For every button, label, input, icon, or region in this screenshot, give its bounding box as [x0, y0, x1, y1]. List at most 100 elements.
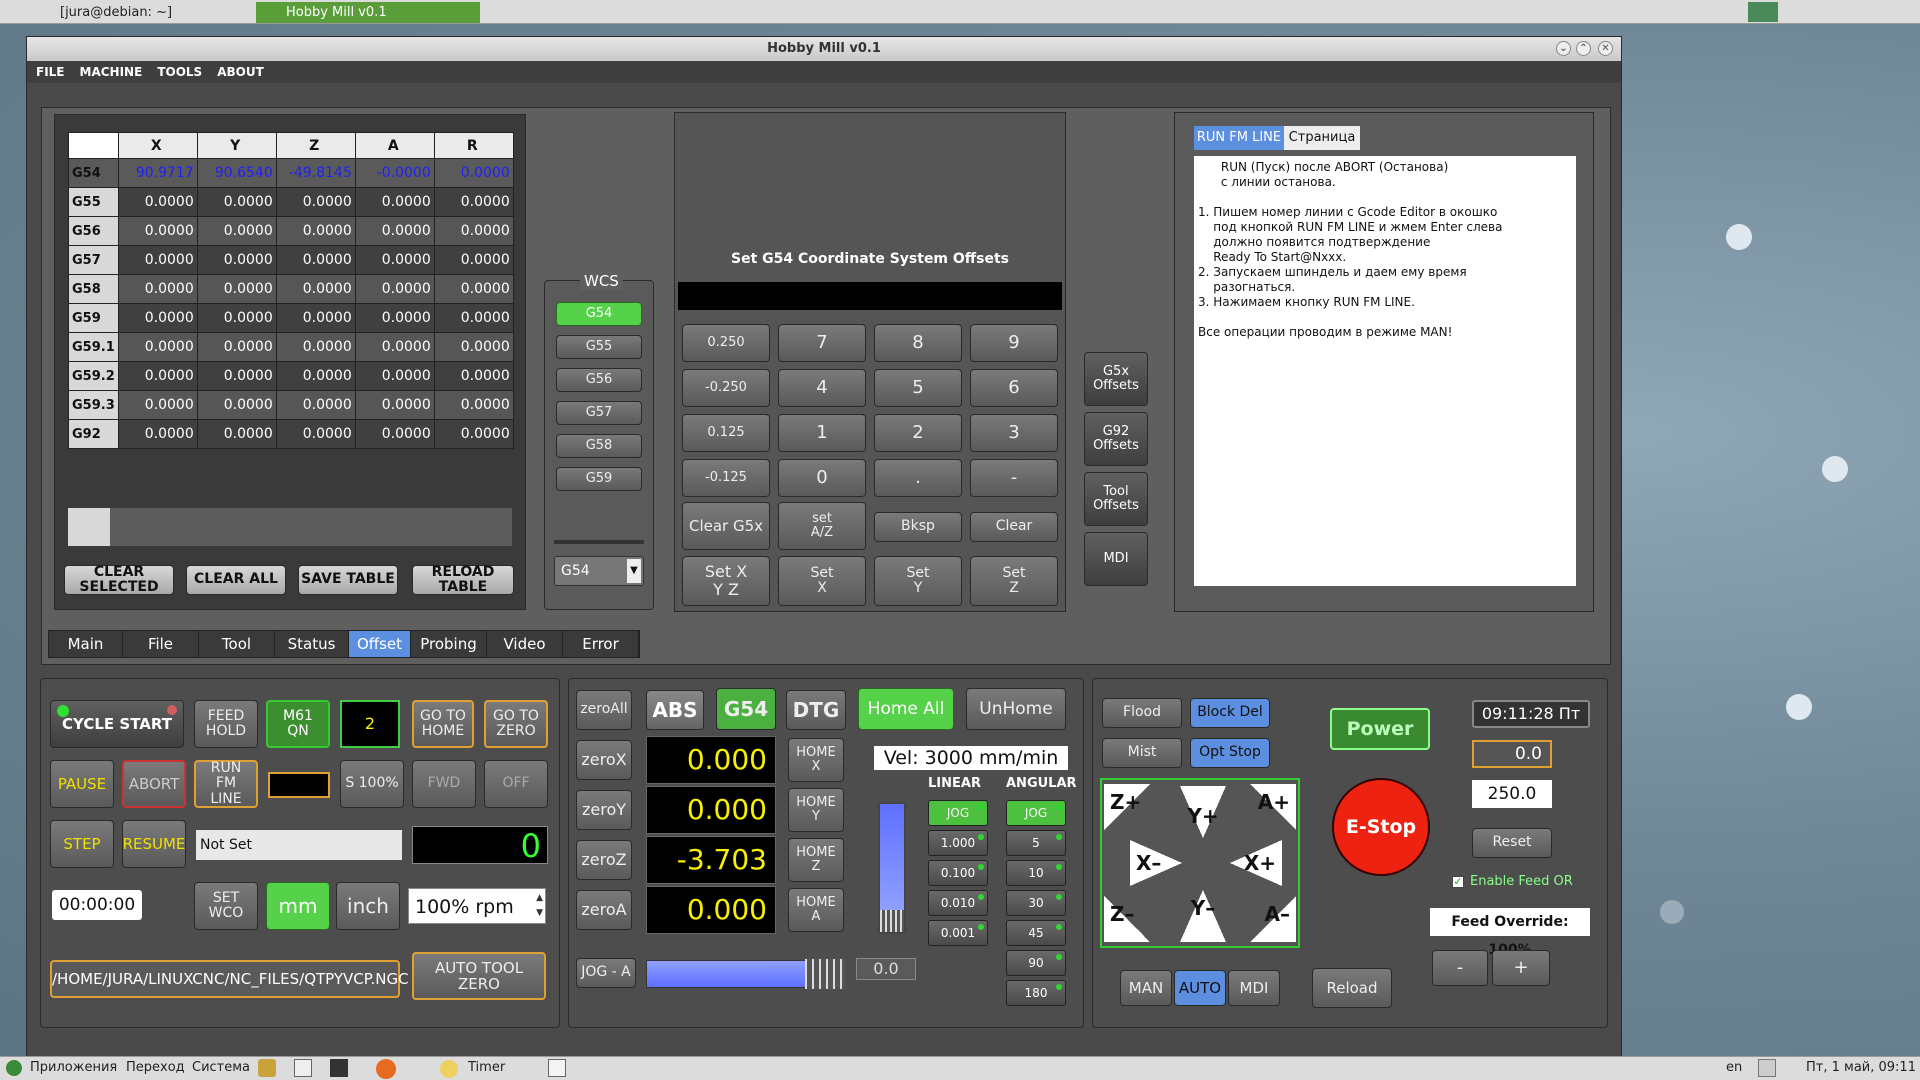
maximize-icon[interactable]: ⌃: [1576, 41, 1591, 56]
opt-stop-button[interactable]: Opt Stop: [1190, 738, 1270, 768]
table-cell[interactable]: 0.0000: [196, 274, 277, 304]
save-table-button[interactable]: SAVE TABLE: [298, 565, 398, 595]
table-cell[interactable]: 0.0000: [275, 216, 356, 246]
zero-all-button[interactable]: zeroAll: [576, 690, 632, 730]
set-xyz-button[interactable]: Set X Y Z: [682, 556, 770, 606]
table-row[interactable]: G59.2 0.0000 0.0000 0.0000 0.0000 0.0000: [68, 361, 514, 391]
pause-button[interactable]: PAUSE: [50, 760, 114, 808]
keypad-key[interactable]: 0.125: [682, 414, 770, 452]
table-cell[interactable]: -0.0000: [354, 158, 435, 188]
table-cell[interactable]: 0.0000: [275, 332, 356, 362]
run-line-input[interactable]: [268, 772, 330, 798]
feed-plus-button[interactable]: +: [1492, 950, 1550, 986]
table-cell[interactable]: 0.0000: [196, 361, 277, 391]
keypad-key[interactable]: 1: [778, 414, 866, 452]
set-az-button[interactable]: set A/Z: [778, 502, 866, 550]
mdi-button[interactable]: MDI: [1084, 532, 1148, 586]
table-row[interactable]: G59.1 0.0000 0.0000 0.0000 0.0000 0.0000: [68, 332, 514, 362]
enable-feed-checkbox[interactable]: ✓: [1452, 876, 1464, 888]
table-cell[interactable]: 0.0000: [354, 245, 435, 275]
table-cell[interactable]: 0.0000: [117, 332, 198, 362]
keypad-key[interactable]: 5: [874, 369, 962, 407]
table-cell[interactable]: 0.0000: [117, 187, 198, 217]
g54-button[interactable]: G54: [716, 688, 776, 730]
table-cell[interactable]: 0.0000: [433, 390, 514, 420]
table-cell[interactable]: 0.0000: [196, 390, 277, 420]
table-cell[interactable]: 0.0000: [275, 361, 356, 391]
zero-axis-button[interactable]: zeroY: [576, 790, 632, 830]
table-cell[interactable]: 0.0000: [433, 419, 514, 449]
places-menu[interactable]: Переход: [126, 1060, 185, 1075]
table-row[interactable]: G54 90.9717 90.6540 -49.8145 -0.0000 0.0000: [68, 158, 514, 188]
flood-button[interactable]: Flood: [1102, 698, 1182, 728]
table-cell[interactable]: 0.0000: [354, 332, 435, 362]
jog-y-plus-button[interactable]: Y+: [1180, 786, 1226, 838]
table-cell[interactable]: 0.0000: [433, 245, 514, 275]
tab-error[interactable]: Error: [563, 631, 639, 657]
slider-handle-icon[interactable]: [805, 959, 845, 989]
tab-video[interactable]: Video: [487, 631, 563, 657]
jog-y-minus-button[interactable]: Y–: [1180, 890, 1226, 942]
jog-increment-button[interactable]: 10: [1006, 860, 1066, 886]
wcs-g59-button[interactable]: G59: [556, 467, 642, 491]
jog-increment-button[interactable]: JOG: [928, 800, 988, 826]
menu-about[interactable]: ABOUT: [208, 61, 270, 79]
table-row[interactable]: G59 0.0000 0.0000 0.0000 0.0000 0.0000: [68, 303, 514, 333]
table-cell[interactable]: 0.0000: [196, 187, 277, 217]
keypad-key[interactable]: 8: [874, 324, 962, 362]
clear-button[interactable]: Clear: [970, 512, 1058, 542]
table-cell[interactable]: 0.0000: [117, 245, 198, 275]
close-icon[interactable]: ✕: [1598, 41, 1613, 56]
loaded-file[interactable]: /HOME/JURA/LINUXCNC/NC_FILES/QTPYVCP.NGC: [50, 960, 409, 998]
window-list-icon[interactable]: [548, 1059, 566, 1077]
zero-axis-button[interactable]: zeroX: [576, 740, 632, 780]
table-cell[interactable]: 0.0000: [354, 419, 435, 449]
table-cell[interactable]: 0.0000: [196, 303, 277, 333]
keypad-key[interactable]: 0: [778, 459, 866, 497]
table-cell[interactable]: 0.0000: [117, 419, 198, 449]
clear-g5x-button[interactable]: Clear G5x: [682, 502, 770, 550]
tool-offsets-button[interactable]: Tool Offsets: [1084, 472, 1148, 526]
table-cell[interactable]: 0.0000: [117, 274, 198, 304]
tool-number-input[interactable]: 2: [340, 700, 400, 748]
keypad-key[interactable]: 6: [970, 369, 1058, 407]
table-cell[interactable]: 0.0000: [433, 361, 514, 391]
table-cell[interactable]: 0.0000: [354, 361, 435, 391]
tab-offset[interactable]: Offset: [349, 631, 411, 657]
wcs-g56-button[interactable]: G56: [556, 368, 642, 392]
table-cell[interactable]: 90.9717: [117, 158, 198, 188]
wcs-g54-button[interactable]: G54: [556, 302, 642, 326]
home-axis-button[interactable]: HOME A: [788, 888, 844, 932]
jog-a-button[interactable]: JOG - A: [576, 958, 636, 988]
table-row[interactable]: G59.3 0.0000 0.0000 0.0000 0.0000 0.0000: [68, 390, 514, 420]
jog-increment-button[interactable]: 0.100: [928, 860, 988, 886]
abort-button[interactable]: ABORT: [122, 760, 186, 808]
keypad-key[interactable]: .: [874, 459, 962, 497]
table-cell[interactable]: 0.0000: [433, 303, 514, 333]
network-icon[interactable]: [1758, 1059, 1776, 1077]
table-cell[interactable]: 0.0000: [354, 390, 435, 420]
task-terminal[interactable]: [jura@debian: ~]: [30, 2, 250, 23]
minimize-icon[interactable]: ⌄: [1556, 41, 1571, 56]
keypad-key[interactable]: -0.250: [682, 369, 770, 407]
table-cell[interactable]: 0.0000: [196, 419, 277, 449]
slider-handle-icon[interactable]: [880, 910, 904, 932]
table-cell[interactable]: -49.8145: [275, 158, 356, 188]
tab-tool[interactable]: Tool: [199, 631, 275, 657]
table-cell[interactable]: 0.0000: [433, 187, 514, 217]
reset-button[interactable]: Reset: [1472, 828, 1552, 858]
keypad-key[interactable]: 4: [778, 369, 866, 407]
table-cell[interactable]: 90.6540: [196, 158, 277, 188]
table-row[interactable]: G57 0.0000 0.0000 0.0000 0.0000 0.0000: [68, 245, 514, 275]
table-cell[interactable]: 0.0000: [433, 274, 514, 304]
menu-machine[interactable]: MACHINE: [71, 61, 149, 79]
go-zero-button[interactable]: GO TO ZERO: [484, 700, 548, 748]
set-wco-button[interactable]: SET WCO: [194, 882, 258, 930]
jog-increment-button[interactable]: 45: [1006, 920, 1066, 946]
tab-main[interactable]: Main: [49, 631, 123, 657]
system-menu[interactable]: Система: [192, 1060, 250, 1075]
jog-increment-button[interactable]: 1.000: [928, 830, 988, 856]
mdi-mode-button[interactable]: MDI: [1228, 970, 1280, 1006]
jog-z-minus-button[interactable]: Z–: [1104, 896, 1150, 942]
mm-button[interactable]: mm: [266, 882, 330, 930]
